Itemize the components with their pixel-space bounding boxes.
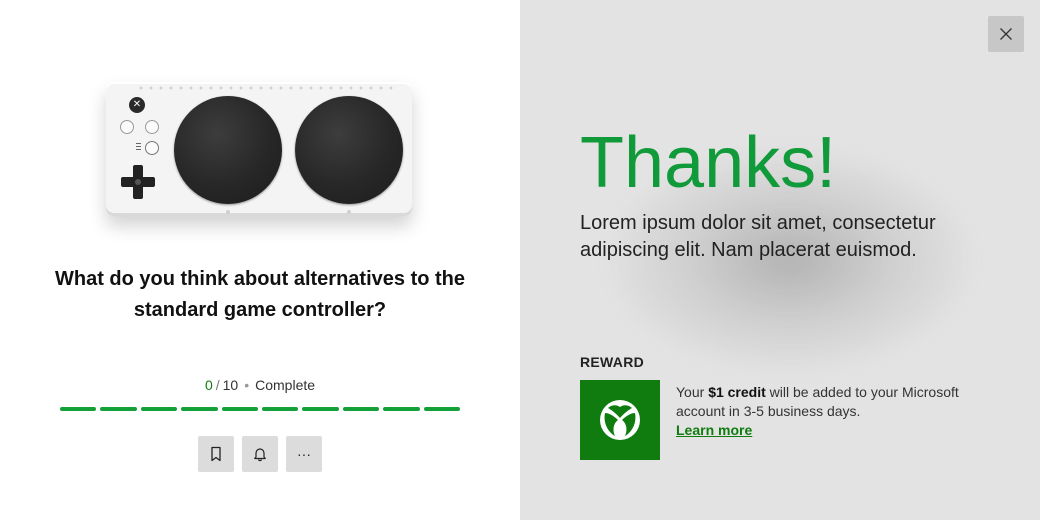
large-button-right [295,96,403,204]
reward-description: Your $1 credit will be added to your Mic… [676,383,976,440]
bell-icon [254,448,266,462]
thanks-heading: Thanks! [580,123,837,203]
dpad-center-icon [135,179,141,185]
profile-indicator-icon [136,143,141,151]
progress-bar [60,407,461,411]
progress-segment [383,407,420,411]
menu-button-icon [145,120,159,134]
progress-segment [181,407,218,411]
progress-segment [302,407,339,411]
progress-segment [60,407,97,411]
reward-credit: $1 credit [708,384,766,400]
close-button[interactable] [988,16,1024,52]
survey-question: What do you think about alternatives to … [54,268,466,321]
view-button-icon [120,120,134,134]
progress-segment [423,407,461,411]
progress-segment [221,407,259,411]
answered-count: 0 [204,377,213,393]
progress-status: 0/10 • Complete [0,377,520,393]
bookmark-icon [211,446,221,462]
progress-segment [342,407,380,411]
progress-segment [100,407,137,411]
bullet-separator: • [244,377,250,393]
controller-port-dots [136,86,398,90]
progress-segment [262,407,299,411]
large-button-left [174,96,282,204]
xbox-button-icon: ✕ [129,97,145,113]
controller-port-dot [347,210,351,214]
progress-separator: / [215,377,220,393]
progress-segment [140,407,178,411]
notification-button[interactable] [242,436,278,472]
reward-text-before: Your [676,384,709,400]
bookmark-button[interactable] [198,436,234,472]
survey-completion-dialog: ✕ What do you think about alternatives t… [0,0,1040,520]
learn-more-link[interactable]: Learn more [676,422,752,438]
survey-actions: ··· [198,436,322,472]
profile-button-icon [145,141,159,155]
total-count: 10 [222,377,239,393]
reward-tile [580,380,660,460]
adaptive-controller-image: ✕ [106,82,412,216]
ellipsis-icon: ··· [297,446,311,462]
more-options-button[interactable]: ··· [286,436,322,472]
thanks-description: Lorem ipsum dolor sit amet, consectetur … [580,212,936,261]
reward-label: REWARD [580,354,645,370]
close-icon [1000,28,1012,40]
controller-port-dot [226,210,230,214]
completion-status: Complete [255,377,316,393]
survey-panel: ✕ What do you think about alternatives t… [0,0,520,520]
thanks-panel: Thanks! Lorem ipsum dolor sit amet, cons… [520,0,1040,520]
xbox-logo-icon [600,400,640,440]
